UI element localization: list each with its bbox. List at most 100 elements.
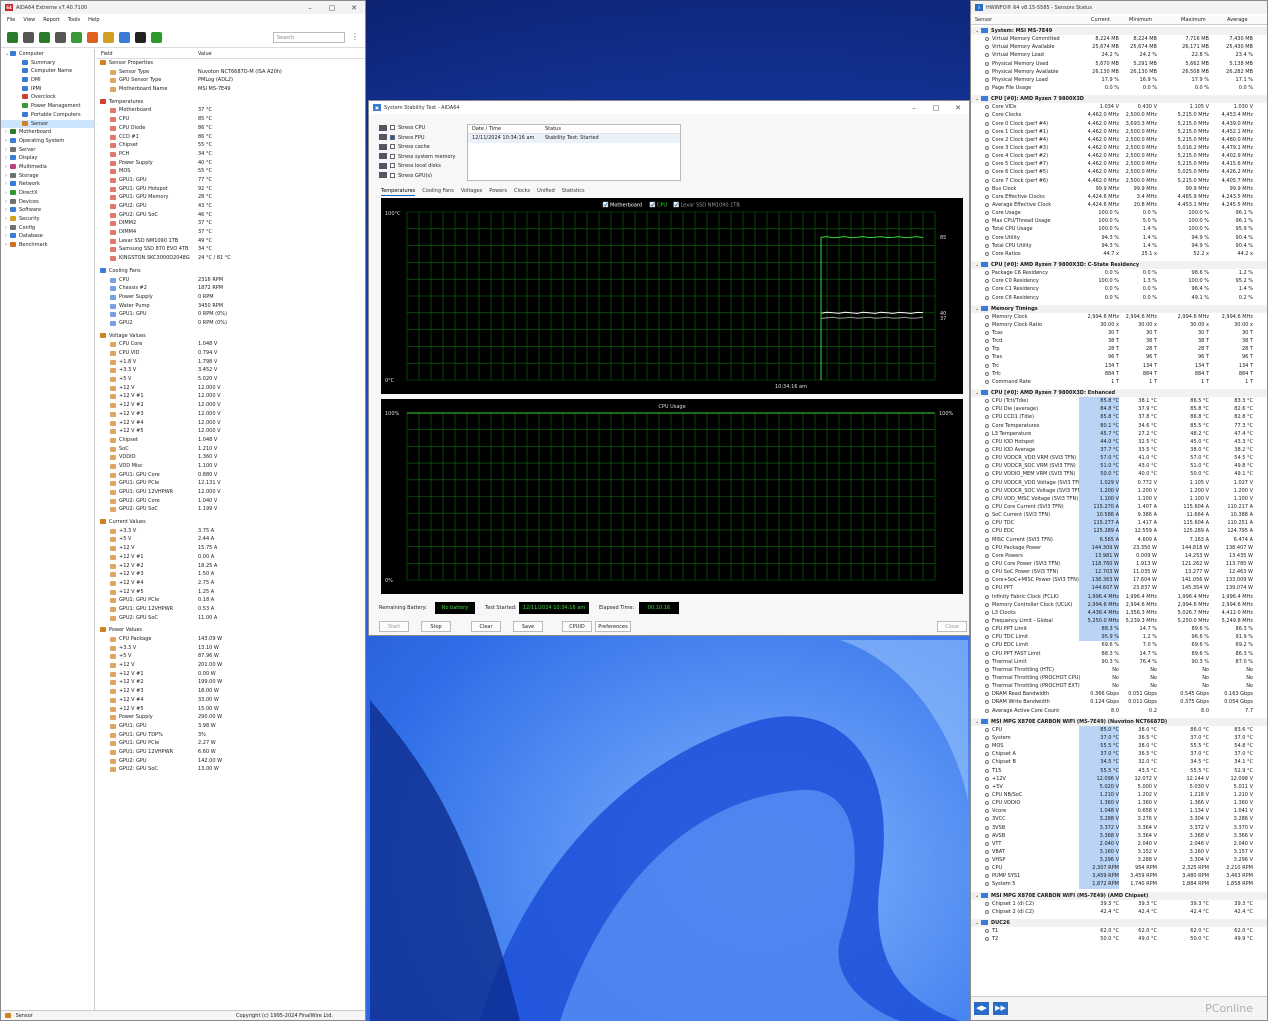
sensor-row[interactable]: Core Powers 13.981 W 0.009 W 14.253 W 13.435… — [971, 551, 1267, 561]
sensor-row[interactable]: Core 5 Clock (perf #7) 4,462.0 MHz 2,500.0… — [971, 160, 1267, 168]
section-header[interactable]: Current Values — [97, 518, 365, 527]
tree-item-server[interactable]: › Server — [1, 146, 94, 155]
tree-item-software[interactable]: › Software — [1, 206, 94, 215]
maximize-button[interactable]: □ — [321, 4, 343, 12]
sensor-row[interactable]: DIMM2 37 °C — [97, 219, 365, 228]
sensor-row[interactable]: CPU VDDCR_VDD Voltage (SVI3 TFN) 1.029 V 0… — [971, 478, 1267, 487]
checkbox-unchecked[interactable] — [390, 125, 395, 130]
sensor-row[interactable]: Memory Clock Ratio 30.00 x 30.00 x 30.00 x 3… — [971, 321, 1267, 329]
tree-item-devices[interactable]: › Devices — [1, 198, 94, 207]
sensor-row[interactable]: Command Rate 1 T 1 T 1 T 1 T — [971, 378, 1267, 386]
sensor-row[interactable]: Chipset 55 °C — [97, 141, 365, 150]
sensor-row[interactable]: +12 V #1 0.00 W — [97, 670, 365, 679]
sensor-row[interactable]: Vcore 1.048 V 0.658 V 1.134 V 1.041 V — [971, 807, 1267, 816]
sensor-row[interactable]: GPU1: GPU Memory 28 °C — [97, 193, 365, 202]
tree-item-network[interactable]: › Network — [1, 180, 94, 189]
tree-item-summary[interactable]: Summary — [1, 59, 94, 68]
sensor-row[interactable]: +12 V #1 12.000 V — [97, 392, 365, 401]
menu-file[interactable]: File — [7, 15, 15, 25]
sensor-row[interactable]: Motherboard 37 °C — [97, 106, 365, 115]
close-button[interactable]: ✕ — [343, 4, 365, 12]
section-header[interactable]: Sensor Properties — [97, 59, 365, 68]
sensor-row[interactable]: CPU EDC 125.289 A 12.559 A 125.289 A 124.795… — [971, 527, 1267, 536]
sensor-row[interactable]: CPU Diode 86 °C — [97, 124, 365, 133]
sensor-row[interactable]: +12 V #2 12.000 V — [97, 401, 365, 410]
checkbox-unchecked[interactable] — [390, 172, 395, 178]
preferences-button[interactable]: Preferences — [595, 621, 631, 632]
sensor-row[interactable]: CPU VDDCR_SOC VRM (SVI3 TFN) 51.0 °C 43.0 … — [971, 462, 1267, 471]
log-status-header[interactable]: Status — [545, 125, 561, 134]
maximize-button[interactable]: □ — [925, 104, 947, 112]
sensor-row[interactable]: Virtual Memory Load 24.2 % 24.2 % 22.8 % 23.… — [971, 51, 1267, 59]
sensor-row[interactable]: CCD #1 86 °C — [97, 133, 365, 142]
stress-option[interactable]: Stress FPU — [379, 134, 469, 144]
save-button[interactable]: Save — [513, 621, 543, 632]
sensor-row[interactable]: Core Utility 94.3 % 1.4 % 94.9 % 90.4 % — [971, 234, 1267, 242]
tab-powers[interactable]: Powers — [489, 187, 507, 196]
tree-item-power-management[interactable]: Power Management — [1, 102, 94, 111]
sensor-row[interactable]: GPU2: GPU Core 1.040 V — [97, 497, 365, 506]
sensor-row[interactable]: AVSB 3.368 V 3.364 V 3.368 V 3.366 V — [971, 831, 1267, 840]
sensor-row[interactable]: VTT 2.040 V 2.040 V 2.048 V 2.040 V — [971, 839, 1267, 848]
minimize-button[interactable]: – — [903, 104, 925, 112]
sensor-row[interactable]: Samsung SSD 870 EVO 4TB 34 °C — [97, 245, 365, 254]
sensor-row[interactable]: CPU Die (average) 84.8 °C 37.9 °C 85.8 °C 82… — [971, 405, 1267, 414]
sensor-row[interactable]: CPU Core Power (SVI3 TFN) 118.760 W 1.913 … — [971, 560, 1267, 569]
close-button[interactable]: ✕ — [947, 104, 969, 112]
sensor-group-header[interactable]: ⌄ Memory Timings — [971, 304, 1267, 313]
flame-icon[interactable] — [87, 32, 98, 43]
sensor-row[interactable]: Chipset A 37.0 °C 36.5 °C 37.0 °C 37.0 °C — [971, 750, 1267, 759]
sensor-row[interactable]: Physical Memory Used 5,670 MB 5,291 MB 5,66… — [971, 60, 1267, 68]
sensor-row[interactable]: +12 V #2 18.25 A — [97, 562, 365, 571]
sensor-row[interactable]: CPU IOD Hotspot 44.0 °C 32.5 °C 45.0 °C 43.3… — [971, 437, 1267, 447]
sensor-row[interactable]: Core Ratios 44.7 x 25.1 x 52.2 x 44.2 x — [971, 250, 1267, 258]
sensor-row[interactable]: CPU PPT FAST Limit 88.3 % 14.7 % 89.6 % 86.3… — [971, 650, 1267, 658]
column-maximum[interactable]: Maximum — [1181, 16, 1206, 25]
sensor-row[interactable]: Chipset 2 (di C2) 42.4 °C 42.4 °C 42.4 °C 42… — [971, 908, 1267, 916]
sensor-row[interactable]: Chipset 1 (di C2) 39.3 °C 39.3 °C 39.3 °C 39… — [971, 900, 1267, 908]
sensor-row[interactable]: Core Temperatures 80.1 °C 34.6 °C 85.5 °C 77… — [971, 421, 1267, 430]
sensor-row[interactable]: GPU1: GPU PCIe 2.27 W — [97, 739, 365, 748]
sensor-row[interactable]: PCH 34 °C — [97, 150, 365, 159]
tree-item-config[interactable]: › Config — [1, 224, 94, 233]
sensor-row[interactable]: CPU 2,307 RPM 954 RPM 2,325 RPM 2,210 RPM — [971, 864, 1267, 873]
sensor-group-header[interactable]: ⌄ MSI MPG X870E CARBON WIFI (MS-7E49) (Nu… — [971, 717, 1267, 726]
sensor-row[interactable]: GPU2: GPU SoC 46 °C — [97, 211, 365, 220]
sensor-row[interactable]: +12 V #4 2.75 A — [97, 579, 365, 588]
sensor-row[interactable]: +12 V #3 1.50 A — [97, 570, 365, 579]
sensor-row[interactable]: SoC 1.210 V — [97, 445, 365, 454]
sensor-row[interactable]: Virtual Memory Committed 8,224 MB 8,224 MB… — [971, 35, 1267, 43]
sensor-row[interactable]: GPU1: GPU 12VHPWR 12.000 V — [97, 488, 365, 497]
sensor-row[interactable]: CPU Package 143.09 W — [97, 635, 365, 644]
sensor-row[interactable]: SoC Current (SVI3 TFN) 10.586 A 9.386 A 11.… — [971, 511, 1267, 520]
sensor-row[interactable]: Lexar SSD NM1090 1TB 49 °C — [97, 237, 365, 246]
sensor-row[interactable]: Core Clocks 4,462.0 MHz 2,500.0 MHz 5,215.0… — [971, 111, 1267, 119]
sensor-row[interactable]: Water Pump 3450 RPM — [97, 302, 365, 311]
sensor-row[interactable]: MOS 55.5 °C 38.0 °C 55.5 °C 54.8 °C — [971, 742, 1267, 751]
favorites-icon[interactable] — [103, 32, 114, 43]
sensor-row[interactable]: L3 Temperature 45.7 °C 27.2 °C 48.2 °C 47.4 … — [971, 429, 1267, 438]
column-sensor[interactable]: Sensor — [975, 16, 992, 25]
sensor-row[interactable]: Core 6 Clock (perf #5) 4,462.0 MHz 2,500.0… — [971, 168, 1267, 176]
sensor-row[interactable]: VDDIO 1.360 V — [97, 453, 365, 462]
tree-item-storage[interactable]: › Storage — [1, 172, 94, 181]
sensor-row[interactable]: Core VIDs 1.034 V 0.430 V 1.105 V 1.030 V — [971, 103, 1267, 111]
sensor-row[interactable]: Average Active Core Count 8.0 0.2 8.0 7.7 — [971, 707, 1267, 715]
sensor-row[interactable]: GPU1: GPU PCIe 0.18 A — [97, 596, 365, 605]
sensor-row[interactable]: CPU IOD Average 37.7 °C 33.5 °C 38.0 °C 38.2… — [971, 446, 1267, 455]
tree-item-dmi[interactable]: DMI — [1, 76, 94, 85]
sensor-group-header[interactable]: ⌄ System: MSI MS-7E49 — [971, 27, 1267, 36]
sensor-row[interactable]: GPU1: GPU 77 °C — [97, 176, 365, 185]
sensor-group-header[interactable]: ⌄ CPU [#0]: AMD Ryzen 7 9800X3D: Enhanced — [971, 389, 1267, 398]
tree-item-motherboard[interactable]: › Motherboard — [1, 128, 94, 137]
sensor-row[interactable]: +5V 5.020 V 5.000 V 5.030 V 5.011 V — [971, 782, 1267, 791]
sensor-row[interactable]: MISC Current (SVI3 TFN) 6.565 A 4.609 A 7.1… — [971, 535, 1267, 544]
sensor-row[interactable]: Core 2 Clock (perf #4) 4,462.0 MHz 2,500.0… — [971, 136, 1267, 144]
sensor-row[interactable]: +12 V 12.000 V — [97, 384, 365, 393]
sensor-row[interactable]: CPU PPT Limit 88.3 % 14.7 % 89.6 % 86.3 % — [971, 625, 1267, 634]
sensor-row[interactable]: Core 4 Clock (perf #2) 4,462.0 MHz 2,500.0… — [971, 152, 1267, 160]
sensor-row[interactable]: CPU Package Power 144.309 W 23.350 W 144.81… — [971, 543, 1267, 552]
sensor-row[interactable]: T2 50.0 °C 49.0 °C 50.0 °C 49.9 °C — [971, 935, 1267, 943]
sensor-row[interactable]: GPU2: GPU 142.00 W — [97, 757, 365, 766]
sensor-row[interactable]: Physical Memory Available 26,130 MB 26,130… — [971, 68, 1267, 76]
